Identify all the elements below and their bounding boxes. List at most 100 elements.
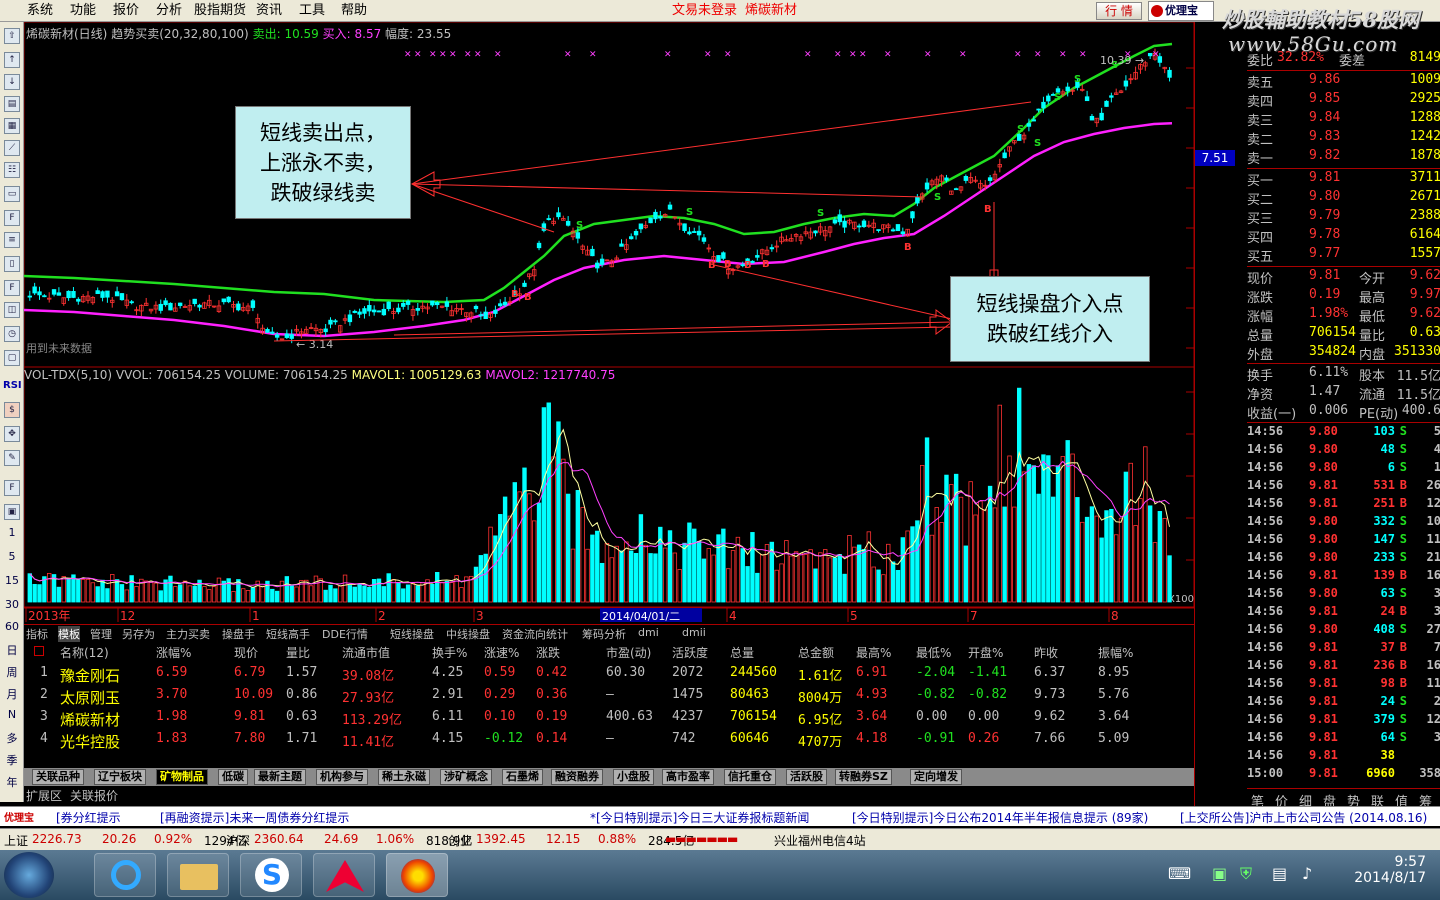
line-chart-icon[interactable]: ⟋ — [4, 140, 20, 156]
nav-up-icon[interactable]: ⇧ — [4, 28, 20, 44]
bid-row[interactable]: 买二 9.80 2671 — [1247, 189, 1440, 208]
table-row[interactable]: 3 烯碳新材 1.98 9.81 0.63 113.29亿 6.11 0.10 0.19 400.… — [24, 706, 1194, 729]
menu-help[interactable]: 帮助 — [341, 0, 367, 22]
ask-row[interactable]: 卖一 9.82 1878 — [1247, 148, 1440, 167]
indicator-tab-12[interactable]: dmi — [638, 626, 659, 639]
table-header-5[interactable]: 换手% — [432, 644, 467, 661]
table-row[interactable]: 1 豫金刚石 6.59 6.79 1.57 39.08亿 4.25 0.59 0.42 60.30… — [24, 662, 1194, 685]
period-week[interactable]: 周 — [3, 664, 21, 680]
doc-icon[interactable]: ▯ — [4, 256, 20, 272]
period-month[interactable]: 月 — [3, 686, 21, 702]
indicator-tab-8[interactable]: 短线操盘 — [390, 626, 434, 642]
table-header-7[interactable]: 涨跌 — [536, 644, 560, 661]
sector-tab-2[interactable]: 矿物制品 — [156, 769, 208, 785]
table-header-11[interactable]: 总金额 — [798, 644, 834, 661]
table-header-12[interactable]: 最高% — [856, 644, 891, 661]
sector-tab-6[interactable]: 稀土永磁 — [378, 769, 430, 785]
fund-icon[interactable]: F — [4, 210, 20, 226]
start-button-icon[interactable] — [4, 852, 54, 898]
sector-tab-14[interactable]: 转融券SZ — [835, 769, 892, 785]
ask-row[interactable]: 卖二 9.83 1242 — [1247, 129, 1440, 148]
table-row[interactable]: 4 光华控股 1.83 7.80 1.71 11.41亿 4.15 -0.12 0.14 – 742… — [24, 728, 1194, 751]
tray-shield-icon[interactable]: ⛨ — [1240, 864, 1252, 884]
period-15min[interactable]: 15 — [3, 574, 21, 587]
news-item-1[interactable]: [券分红提示 — [56, 809, 121, 826]
select-all-checkbox[interactable] — [34, 646, 44, 656]
table-header-8[interactable]: 市盈(动) — [606, 644, 651, 661]
fc-icon[interactable]: F — [4, 280, 20, 296]
indicator-tab-2[interactable]: 管理 — [90, 626, 112, 642]
period-multi[interactable]: 多 — [3, 730, 21, 746]
menu-tools[interactable]: 工具 — [299, 0, 325, 22]
sector-tab-12[interactable]: 信托重仓 — [724, 769, 776, 785]
table-header-15[interactable]: 昨收 — [1034, 644, 1058, 661]
table-header-0[interactable]: 名称(12) — [60, 644, 109, 661]
period-n[interactable]: N — [3, 708, 21, 721]
tray-keyboard-icon[interactable]: ⌨ — [1168, 864, 1191, 883]
period-60min[interactable]: 60 — [3, 620, 21, 633]
move-icon[interactable]: ✥ — [4, 426, 20, 442]
frame-icon[interactable]: ▣ — [4, 504, 20, 520]
period-1min[interactable]: 1 — [3, 526, 21, 539]
indicator-tab-3[interactable]: 另存为 — [122, 626, 155, 642]
sector-tab-5[interactable]: 机构参与 — [316, 769, 368, 785]
table-header-6[interactable]: 涨速% — [484, 644, 519, 661]
indicator-tab-1[interactable]: 模板 — [58, 626, 80, 642]
bid-row[interactable]: 买一 9.81 3711 — [1247, 170, 1440, 189]
sector-tab-8[interactable]: 石墨烯 — [502, 769, 543, 785]
menu-futures[interactable]: 股指期货 — [194, 0, 246, 22]
bid-row[interactable]: 买三 9.79 2388 — [1247, 208, 1440, 227]
sector-tab-7[interactable]: 涉矿概念 — [440, 769, 492, 785]
search-app-icon[interactable]: S — [240, 853, 302, 897]
table-header-9[interactable]: 活跃度 — [672, 644, 708, 661]
ie-browser-icon[interactable] — [94, 853, 156, 897]
indicator-tab-13[interactable]: dmii — [682, 626, 706, 639]
clock-icon[interactable]: ◷ — [4, 326, 20, 342]
arrow-down-icon[interactable]: ↓ — [4, 74, 20, 90]
indicator-tab-6[interactable]: 短线高手 — [266, 626, 310, 642]
sector-tab-10[interactable]: 小盘股 — [613, 769, 654, 785]
period-day[interactable]: 日 — [3, 642, 21, 658]
sector-tab-3[interactable]: 低碳 — [218, 769, 248, 785]
table-header-4[interactable]: 流通市值 — [342, 644, 390, 661]
table-header-2[interactable]: 现价 — [234, 644, 258, 661]
menu-news[interactable]: 资讯 — [256, 0, 282, 22]
related-quote-button[interactable]: 关联报价 — [70, 787, 118, 804]
news-item-3[interactable]: *[今日特别提示]今日三大证券报标题新闻 — [590, 809, 809, 826]
list-icon[interactable]: ≡ — [4, 232, 20, 248]
quote-button[interactable]: 行 情 — [1096, 2, 1142, 20]
kline-chart[interactable]: 10.009.008.007.006.005.004.003.00SSSSSSS… — [24, 22, 1194, 622]
arrow-up-icon[interactable]: ↑ — [4, 52, 20, 68]
indicator-tab-4[interactable]: 主力买卖 — [166, 626, 210, 642]
sector-tab-9[interactable]: 融资融券 — [551, 769, 603, 785]
news-item-2[interactable]: [再融资提示]未来一周债券分红提示 — [160, 809, 349, 826]
sector-tab-13[interactable]: 活跃股 — [786, 769, 827, 785]
menu-system[interactable]: 系统 — [27, 0, 53, 22]
sector-tab-15[interactable]: 定向增发 — [910, 769, 962, 785]
indicator-tab-7[interactable]: DDE行情 — [322, 626, 368, 642]
rsi-tool[interactable]: RSI — [3, 380, 22, 391]
trading-app-icon[interactable] — [313, 853, 375, 897]
sector-tab-1[interactable]: 辽宁板块 — [94, 769, 146, 785]
period-30min[interactable]: 30 — [3, 598, 21, 611]
pencil-icon[interactable]: ✎ — [4, 450, 20, 466]
grid-icon[interactable]: ▦ — [4, 118, 20, 134]
system-clock[interactable]: 9:57 2014/8/17 — [1354, 854, 1426, 886]
menu-function[interactable]: 功能 — [70, 0, 96, 22]
news-item-5[interactable]: [上交所公告]沪市上市公司公告 (2014.08.16) — [1180, 809, 1427, 826]
dollar-icon[interactable]: $ — [4, 402, 20, 418]
menu-analysis[interactable]: 分析 — [156, 0, 182, 22]
expand-area-button[interactable]: 扩展区 — [26, 787, 62, 804]
ask-row[interactable]: 卖三 9.84 1288 — [1247, 110, 1440, 129]
indicator-tab-5[interactable]: 操盘手 — [222, 626, 255, 642]
period-season[interactable]: 季 — [3, 752, 21, 768]
report-icon[interactable]: ▤ — [4, 96, 20, 112]
file-explorer-icon[interactable] — [167, 853, 229, 897]
menu-quote[interactable]: 报价 — [113, 0, 139, 22]
indicator-tab-10[interactable]: 资金流向统计 — [502, 626, 568, 642]
period-5min[interactable]: 5 — [3, 550, 21, 563]
period-year[interactable]: 年 — [3, 774, 21, 790]
table-header-16[interactable]: 振幅% — [1098, 644, 1133, 661]
table-header-3[interactable]: 量比 — [286, 644, 310, 661]
sector-tab-11[interactable]: 高市盈率 — [662, 769, 714, 785]
